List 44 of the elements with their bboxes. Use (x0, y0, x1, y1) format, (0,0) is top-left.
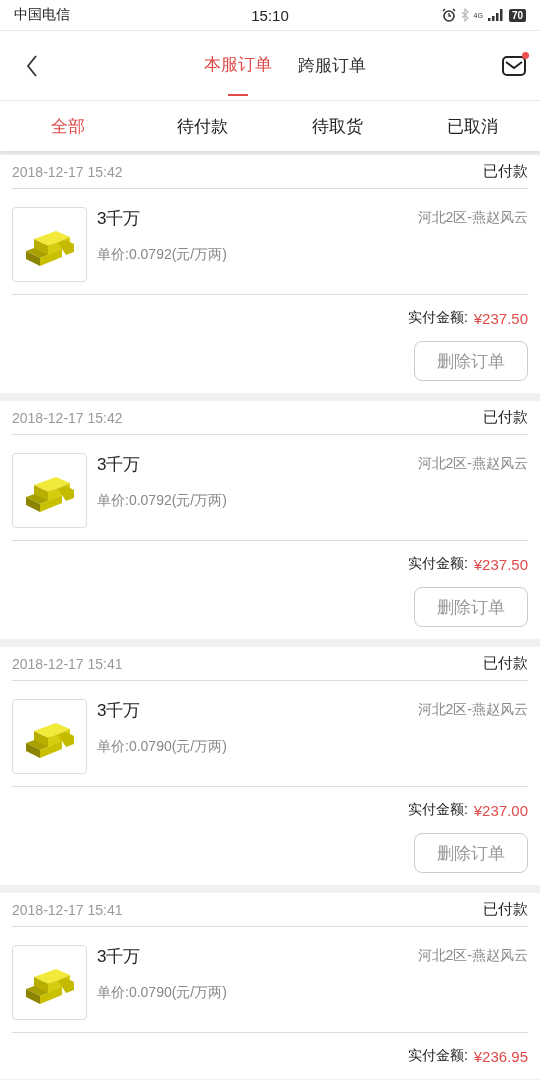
unit-price: 单价:0.0790(元/万两) (97, 738, 228, 756)
product-title: 3千万 (97, 454, 142, 476)
product-title: 3千万 (97, 700, 142, 722)
server-name: 河北2区-燕赵风云 (417, 700, 528, 719)
battery-level: 70 (508, 8, 526, 22)
filter-tab[interactable]: 待取货 (270, 101, 405, 151)
order-tab[interactable]: 跨服订单 (298, 33, 366, 98)
total-amount: ¥237.50 (473, 309, 528, 327)
total-label: 实付金额: (407, 1047, 468, 1065)
order-status: 已付款 (483, 654, 528, 673)
unit-price: 单价:0.0792(元/万两) (97, 246, 228, 264)
total-label: 实付金额: (407, 309, 468, 327)
filter-tab[interactable]: 全部 (0, 101, 135, 151)
total-label: 实付金额: (407, 801, 468, 819)
total-amount: ¥237.00 (473, 801, 528, 819)
server-name: 河北2区-燕赵风云 (417, 208, 528, 227)
delete-order-button[interactable]: 删除订单 (414, 833, 528, 873)
order-time: 2018-12-17 15:42 (12, 409, 123, 426)
order-status: 已付款 (483, 408, 528, 427)
filter-tab[interactable]: 待付款 (135, 101, 270, 151)
clock-time: 15:10 (251, 6, 289, 24)
filter-tab[interactable]: 已取消 (405, 101, 540, 151)
order-time: 2018-12-17 15:41 (12, 655, 123, 672)
delete-order-button[interactable]: 删除订单 (414, 587, 528, 627)
total-amount: ¥236.95 (473, 1047, 528, 1065)
unit-price: 单价:0.0790(元/万两) (97, 984, 228, 1002)
order-time: 2018-12-17 15:41 (12, 901, 123, 918)
order-time: 2018-12-17 15:42 (12, 163, 123, 180)
carrier-name: 中国电信 (14, 6, 70, 24)
product-title: 3千万 (97, 946, 142, 968)
unit-price: 单价:0.0792(元/万两) (97, 492, 228, 510)
delete-order-button[interactable]: 删除订单 (414, 341, 528, 381)
product-title: 3千万 (97, 208, 142, 230)
server-name: 河北2区-燕赵风云 (417, 454, 528, 473)
signal-icon (487, 9, 504, 21)
order-status: 已付款 (483, 162, 528, 181)
total-amount: ¥237.50 (473, 555, 528, 573)
back-icon[interactable] (26, 54, 38, 77)
order-status: 已付款 (483, 900, 528, 919)
bluetooth-icon (460, 8, 469, 22)
total-label: 实付金额: (407, 555, 468, 573)
alarm-icon (441, 8, 456, 22)
server-name: 河北2区-燕赵风云 (417, 946, 528, 965)
mail-icon[interactable] (502, 55, 526, 76)
